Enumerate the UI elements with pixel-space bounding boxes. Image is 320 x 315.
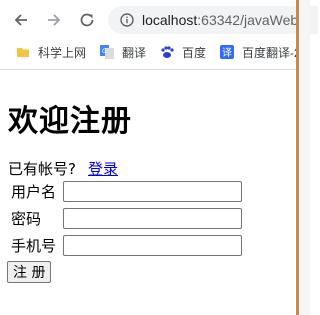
page-title: 欢迎注册 (8, 104, 132, 139)
folder-icon (16, 45, 30, 59)
baidu-paw-icon (160, 45, 174, 59)
browser-toolbar: localhost:63342/javaWeb 科学上网 G 翻译 百度 译 百… (0, 0, 318, 70)
bookmarks-bar: 科学上网 G 翻译 百度 译 百度翻译-2 (0, 38, 310, 66)
arrow-left-icon (14, 14, 27, 26)
login-prompt-text: 已有帐号? (8, 160, 76, 178)
reload-button[interactable] (76, 9, 98, 31)
address-bar[interactable]: localhost:63342/javaWeb (108, 6, 318, 34)
register-button[interactable]: 注 册 (7, 261, 52, 283)
bookmark-baidu[interactable]: 百度 (160, 44, 206, 61)
phone-input[interactable] (63, 235, 242, 256)
bookmark-fanyi[interactable]: G 翻译 (100, 44, 146, 61)
info-icon[interactable] (120, 13, 134, 27)
address-url: localhost:63342/javaWeb (142, 12, 299, 28)
arrow-right-icon (48, 14, 61, 26)
password-label: 密码 (11, 210, 42, 228)
window-edge-background (299, 0, 310, 315)
login-prompt-line: 已有帐号? 登录 (8, 158, 118, 179)
username-input[interactable] (63, 181, 242, 202)
username-label: 用户名 (11, 183, 57, 201)
password-input[interactable] (63, 208, 242, 229)
phone-label: 手机号 (11, 237, 57, 255)
back-button[interactable] (10, 9, 32, 31)
forward-button[interactable] (43, 9, 65, 31)
google-translate-icon: G (100, 45, 115, 59)
login-link[interactable]: 登录 (88, 160, 118, 178)
password-row: 密码 (11, 208, 242, 229)
svg-text:G: G (102, 48, 107, 55)
reload-icon (80, 13, 94, 27)
page-content: 欢迎注册 已有帐号? 登录 用户名 密码 手机号 注 册 (0, 70, 296, 315)
svg-text:译: 译 (222, 47, 232, 59)
phone-row: 手机号 (11, 235, 242, 256)
baidu-translate-icon: 译 (220, 45, 235, 59)
bookmark-kexueshangwang[interactable]: 科学上网 (16, 44, 86, 61)
username-row: 用户名 (11, 181, 242, 202)
bookmark-baidu-fanyi[interactable]: 译 百度翻译-2 (220, 44, 301, 61)
